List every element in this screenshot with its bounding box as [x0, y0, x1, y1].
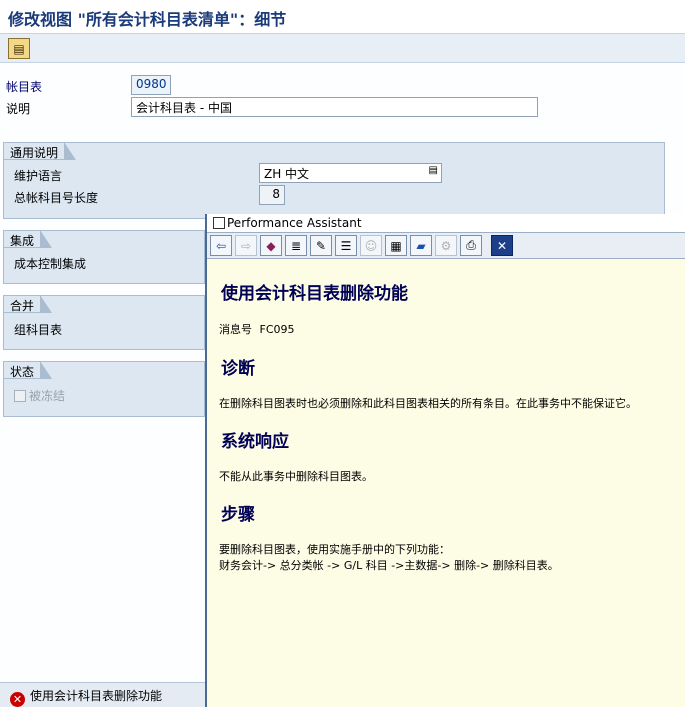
system-response-heading: 系统响应 — [221, 432, 289, 452]
message-number-row: 消息号 FC095 — [219, 321, 295, 337]
group-status-title: 状态 — [4, 361, 53, 379]
group-general: 通用说明 维护语言 ZH 中文 ▤ 总帐科目号长度 8 — [3, 142, 665, 219]
close-button[interactable]: ✕ — [491, 235, 513, 256]
book-icon: ◆ — [266, 238, 276, 253]
arrow-left-icon: ⇦ — [215, 238, 227, 253]
diagnosis-heading: 诊断 — [221, 359, 255, 379]
chart-of-accounts-field[interactable]: 0980 — [131, 75, 171, 95]
error-icon: ✕ — [10, 692, 25, 707]
blocked-checkbox[interactable] — [14, 390, 26, 402]
chart-of-accounts-label: 帐目表 — [6, 80, 43, 94]
maint-language-label: 维护语言 — [14, 169, 63, 183]
technical-info-button[interactable]: ◆ — [260, 235, 282, 256]
print-button[interactable]: ⎙ — [460, 235, 482, 256]
settings-icon: ⚙ — [440, 238, 452, 253]
group-status: 状态 被冻结 — [3, 361, 205, 417]
description-field[interactable]: 会计科目表 - 中国 — [131, 97, 538, 117]
assistant-toolbar: ⇦ ⇨ ◆ ≣ ✎ ☰ ☺ ▦ ▰ ⚙ ⎙ ✕ — [207, 233, 685, 259]
pencil-icon: ✎ — [315, 238, 327, 253]
gl-length-label: 总帐科目号长度 — [14, 191, 99, 205]
window-title: 修改视图 "所有会计科目表清单"：细节 — [0, 0, 685, 32]
edit-button[interactable]: ✎ — [310, 235, 332, 256]
users-button[interactable]: ☺ — [360, 235, 382, 256]
window-icon — [213, 217, 225, 229]
group-chart-label: 组科目表 — [14, 323, 63, 337]
bookmark-button[interactable]: ▰ — [410, 235, 432, 256]
status-bar[interactable]: ✕ 使用会计科目表删除功能 — [0, 682, 210, 707]
assistant-heading: 使用会计科目表删除功能 — [221, 284, 408, 304]
status-message: 使用会计科目表删除功能 — [30, 689, 163, 703]
cost-control-integration-label: 成本控制集成 — [14, 257, 87, 271]
notes-button[interactable]: ☰ — [335, 235, 357, 256]
expand-detail-icon: ▤ — [13, 41, 25, 56]
message-number-value: FC095 — [259, 323, 295, 336]
glossary-icon: ≣ — [290, 238, 302, 253]
group-consolidation-title: 合并 — [4, 295, 53, 313]
group-consolidation: 合并 组科目表 — [3, 295, 205, 350]
procedure-line-2: 财务会计-> 总分类帐 -> G/L 科目 ->主数据-> 删除-> 删除科目表… — [219, 559, 559, 572]
group-integration: 集成 成本控制集成 — [3, 230, 205, 284]
assistant-title: Performance Assistant — [227, 216, 362, 230]
documentation-button[interactable]: ▦ — [385, 235, 407, 256]
gl-length-field[interactable]: 8 — [259, 185, 285, 205]
users-icon: ☺ — [364, 238, 378, 253]
back-button[interactable]: ⇦ — [210, 235, 232, 256]
maint-language-value: ZH 中文 — [264, 167, 310, 181]
close-icon: ✕ — [496, 238, 508, 253]
blocked-checkbox-row[interactable]: 被冻结 — [14, 387, 65, 404]
description-label: 说明 — [6, 102, 31, 116]
performance-assistant-window: Performance Assistant ⇦ ⇨ ◆ ≣ ✎ ☰ ☺ ▦ ▰ … — [205, 214, 685, 707]
group-integration-title: 集成 — [4, 230, 53, 248]
arrow-right-icon: ⇨ — [240, 238, 252, 253]
procedure-line-1: 要删除科目图表，使用实施手册中的下列功能： — [219, 543, 450, 556]
message-number-label: 消息号 — [219, 323, 252, 336]
diagnosis-text: 在删除科目图表时也必须删除和此科目图表相关的所有条目。在此事务中不能保证它。 — [219, 397, 637, 410]
bookmark-icon: ▰ — [416, 238, 426, 253]
document-icon: ▦ — [390, 238, 402, 253]
printer-icon: ⎙ — [466, 238, 476, 252]
procedure-heading: 步骤 — [221, 505, 255, 525]
settings-button[interactable]: ⚙ — [435, 235, 457, 256]
glossary-button[interactable]: ≣ — [285, 235, 307, 256]
blocked-label: 被冻结 — [29, 389, 66, 403]
assistant-titlebar: Performance Assistant — [207, 214, 685, 233]
application-toolbar: ▤ — [0, 33, 685, 63]
expand-detail-button[interactable]: ▤ — [8, 38, 30, 59]
notes-icon: ☰ — [340, 238, 352, 253]
dropdown-icon[interactable]: ▤ — [429, 165, 438, 176]
group-general-title: 通用说明 — [4, 142, 77, 160]
forward-button[interactable]: ⇨ — [235, 235, 257, 256]
system-response-text: 不能从此事务中删除科目图表。 — [219, 470, 373, 483]
maint-language-select[interactable]: ZH 中文 ▤ — [259, 163, 442, 183]
